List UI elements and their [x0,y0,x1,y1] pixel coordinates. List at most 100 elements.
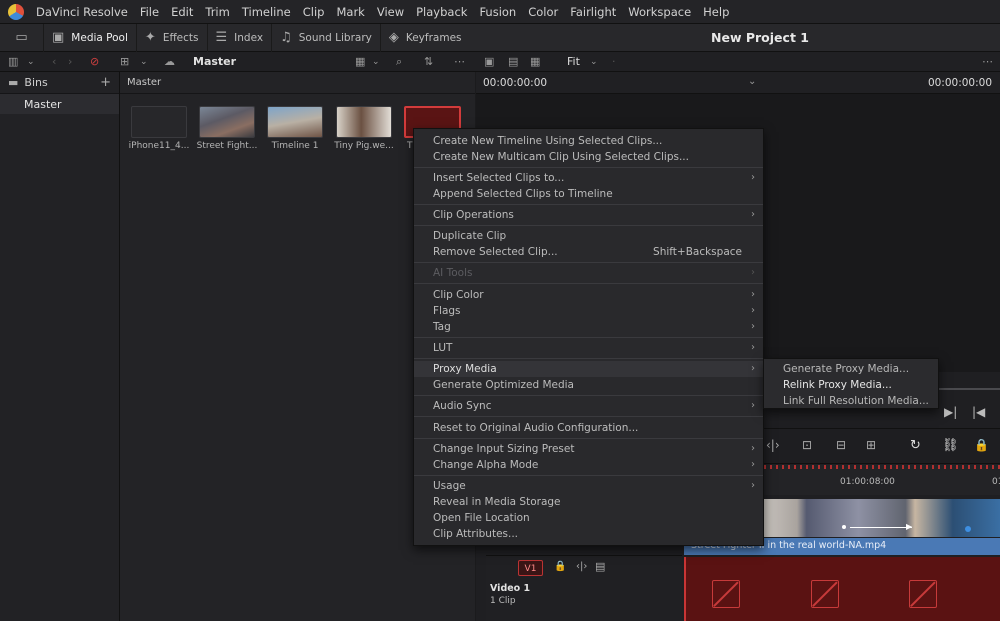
sort-icon[interactable]: ⇅ [424,55,433,68]
menu-item-usage[interactable]: Usage › [414,478,763,494]
viewer-more-icon[interactable]: ⋯ [982,55,993,68]
sidebar-toggle-icon[interactable]: ▥ [8,55,18,68]
menu-trim[interactable]: Trim [199,5,235,19]
menu-mark[interactable]: Mark [330,5,370,19]
menu-item-open-file-location[interactable]: Open File Location [414,510,763,526]
sound-library-label: Sound Library [298,31,372,44]
overwrite-clip-icon[interactable]: ⊟ [836,438,846,452]
media-pool-button[interactable]: ▣ Media Pool [44,23,137,52]
menu-item-tag[interactable]: Tag › [414,319,763,335]
submenu-arrow-icon: › [751,267,755,278]
track-badge[interactable]: V1 [518,560,543,576]
viewer-grid-icon[interactable]: ▦ [530,55,540,68]
viewer-layout-icon[interactable]: ▤ [508,55,518,68]
viewer-mode-icon[interactable]: ▣ [484,55,494,68]
menu-item-remove-clip[interactable]: Remove Selected Clip... Shift+Backspace [414,244,763,260]
viewer-dropdown-icon[interactable]: ⌄ [748,76,756,87]
unlink-icon[interactable]: ⊘ [90,55,99,68]
trim-tool-icon[interactable]: ‹|› [766,438,780,452]
menu-fairlight[interactable]: Fairlight [564,5,622,19]
menu-playback[interactable]: Playback [410,5,473,19]
view-dropdown-icon[interactable]: ⌄ [372,57,380,67]
keyframe-dot-icon[interactable] [842,525,846,529]
list-icon: ☰ [215,30,228,45]
menu-item-generate-optimized[interactable]: Generate Optimized Media [414,377,763,393]
menu-item-clip-color[interactable]: Clip Color › [414,287,763,303]
submenu-item-generate-proxy[interactable]: Generate Proxy Media... [764,361,938,377]
submenu-arrow-icon: › [751,289,755,300]
cloud-icon[interactable]: ☁ [164,55,175,68]
menu-item-lut[interactable]: LUT › [414,340,763,356]
link-icon[interactable]: ⛓ [942,438,959,453]
menu-item-proxy-media[interactable]: Proxy Media › [414,361,763,377]
bin-item-master[interactable]: Master [0,94,119,114]
menu-clip[interactable]: Clip [297,5,331,19]
keyframes-button[interactable]: ◈ Keyframes [381,24,470,52]
forward-icon[interactable]: › [68,55,72,68]
insert-clip-icon[interactable]: ⊡ [802,438,812,452]
track-visibility-icon[interactable]: ▤ [595,560,605,573]
last-frame-icon[interactable]: |◀ [972,405,985,419]
menu-item-flags[interactable]: Flags › [414,303,763,319]
keyframe-marker-icon[interactable]: ▶ [906,522,912,531]
menu-separator [414,395,763,396]
menu-file[interactable]: File [134,5,165,19]
current-bin-name: Master [193,55,237,68]
magic-wand-icon: ✦ [144,30,156,45]
menu-item-insert-clips[interactable]: Insert Selected Clips to... › [414,170,763,186]
effects-button[interactable]: ✦ Effects [137,23,208,52]
menu-item-audio-sync[interactable]: Audio Sync › [414,398,763,414]
track-lock-icon[interactable]: 🔒 [554,561,566,572]
back-icon[interactable]: ‹ [52,55,56,68]
menu-item-alpha-mode[interactable]: Change Alpha Mode › [414,457,763,473]
lock-icon[interactable]: 🔒 [974,438,989,452]
menu-fusion[interactable]: Fusion [473,5,522,19]
menu-view[interactable]: View [371,5,410,19]
more-options-icon[interactable]: ⋯ [454,55,465,68]
menu-separator [414,204,763,205]
menu-item-clip-attributes[interactable]: Clip Attributes... [414,526,763,542]
clip-thumbnail[interactable] [267,106,323,138]
search-icon[interactable]: ⌕ [396,55,402,69]
add-bin-icon[interactable]: + [100,75,111,90]
menu-item-duplicate-clip[interactable]: Duplicate Clip [414,228,763,244]
clip-thumbnail[interactable] [131,106,187,138]
menu-edit[interactable]: Edit [165,5,199,19]
timeline-ruler[interactable]: 01:00:08:00 01 [764,465,1000,495]
menu-workspace[interactable]: Workspace [622,5,697,19]
menu-item-append-clips[interactable]: Append Selected Clips to Timeline [414,186,763,202]
menu-timeline[interactable]: Timeline [236,5,297,19]
clip-thumbnail[interactable] [336,106,392,138]
sound-library-button[interactable]: ♫ Sound Library [272,23,381,52]
zoom-dropdown-icon[interactable]: ⌄ [590,57,598,67]
layout-toggle-button[interactable]: ▭ [0,23,44,52]
menu-item-reveal-storage[interactable]: Reveal in Media Storage [414,494,763,510]
menu-separator [414,475,763,476]
index-button[interactable]: ☰ Index [208,23,273,52]
clip-filmstrip[interactable]: ▶ [764,499,1000,537]
menu-item-create-multicam[interactable]: Create New Multicam Clip Using Selected … [414,149,763,165]
menu-color[interactable]: Color [522,5,564,19]
clip-thumbnail[interactable] [199,106,255,138]
playhead-dot-icon[interactable] [965,526,971,532]
menu-item-clip-operations[interactable]: Clip Operations › [414,207,763,223]
grid-view-icon[interactable]: ▦ [355,55,365,68]
import-icon[interactable]: ⊞ [120,55,129,68]
menu-item-reset-audio[interactable]: Reset to Original Audio Configuration... [414,420,763,436]
menu-item-input-sizing[interactable]: Change Input Sizing Preset › [414,441,763,457]
submenu-item-link-full-res[interactable]: Link Full Resolution Media... [764,393,938,409]
menu-item-create-timeline[interactable]: Create New Timeline Using Selected Clips… [414,133,763,149]
menu-help[interactable]: Help [697,5,735,19]
menu-item-shortcut: Shift+Backspace [653,246,742,258]
zoom-select[interactable]: Fit [567,55,580,68]
track-auto-select-icon[interactable]: ‹|› [576,561,587,572]
replace-clip-icon[interactable]: ⊞ [866,438,876,452]
menu-app[interactable]: DaVinci Resolve [30,5,134,19]
next-frame-icon[interactable]: ▶| [944,405,957,419]
sidebar-dropdown-icon[interactable]: ⌄ [27,57,35,67]
menu-item-label: AI Tools [433,267,473,279]
submenu-item-relink-proxy[interactable]: Relink Proxy Media... [764,377,938,393]
track-clip-count: 1 Clip [490,596,516,606]
snapping-icon[interactable]: ↻ [910,438,921,453]
import-dropdown-icon[interactable]: ⌄ [140,57,148,67]
